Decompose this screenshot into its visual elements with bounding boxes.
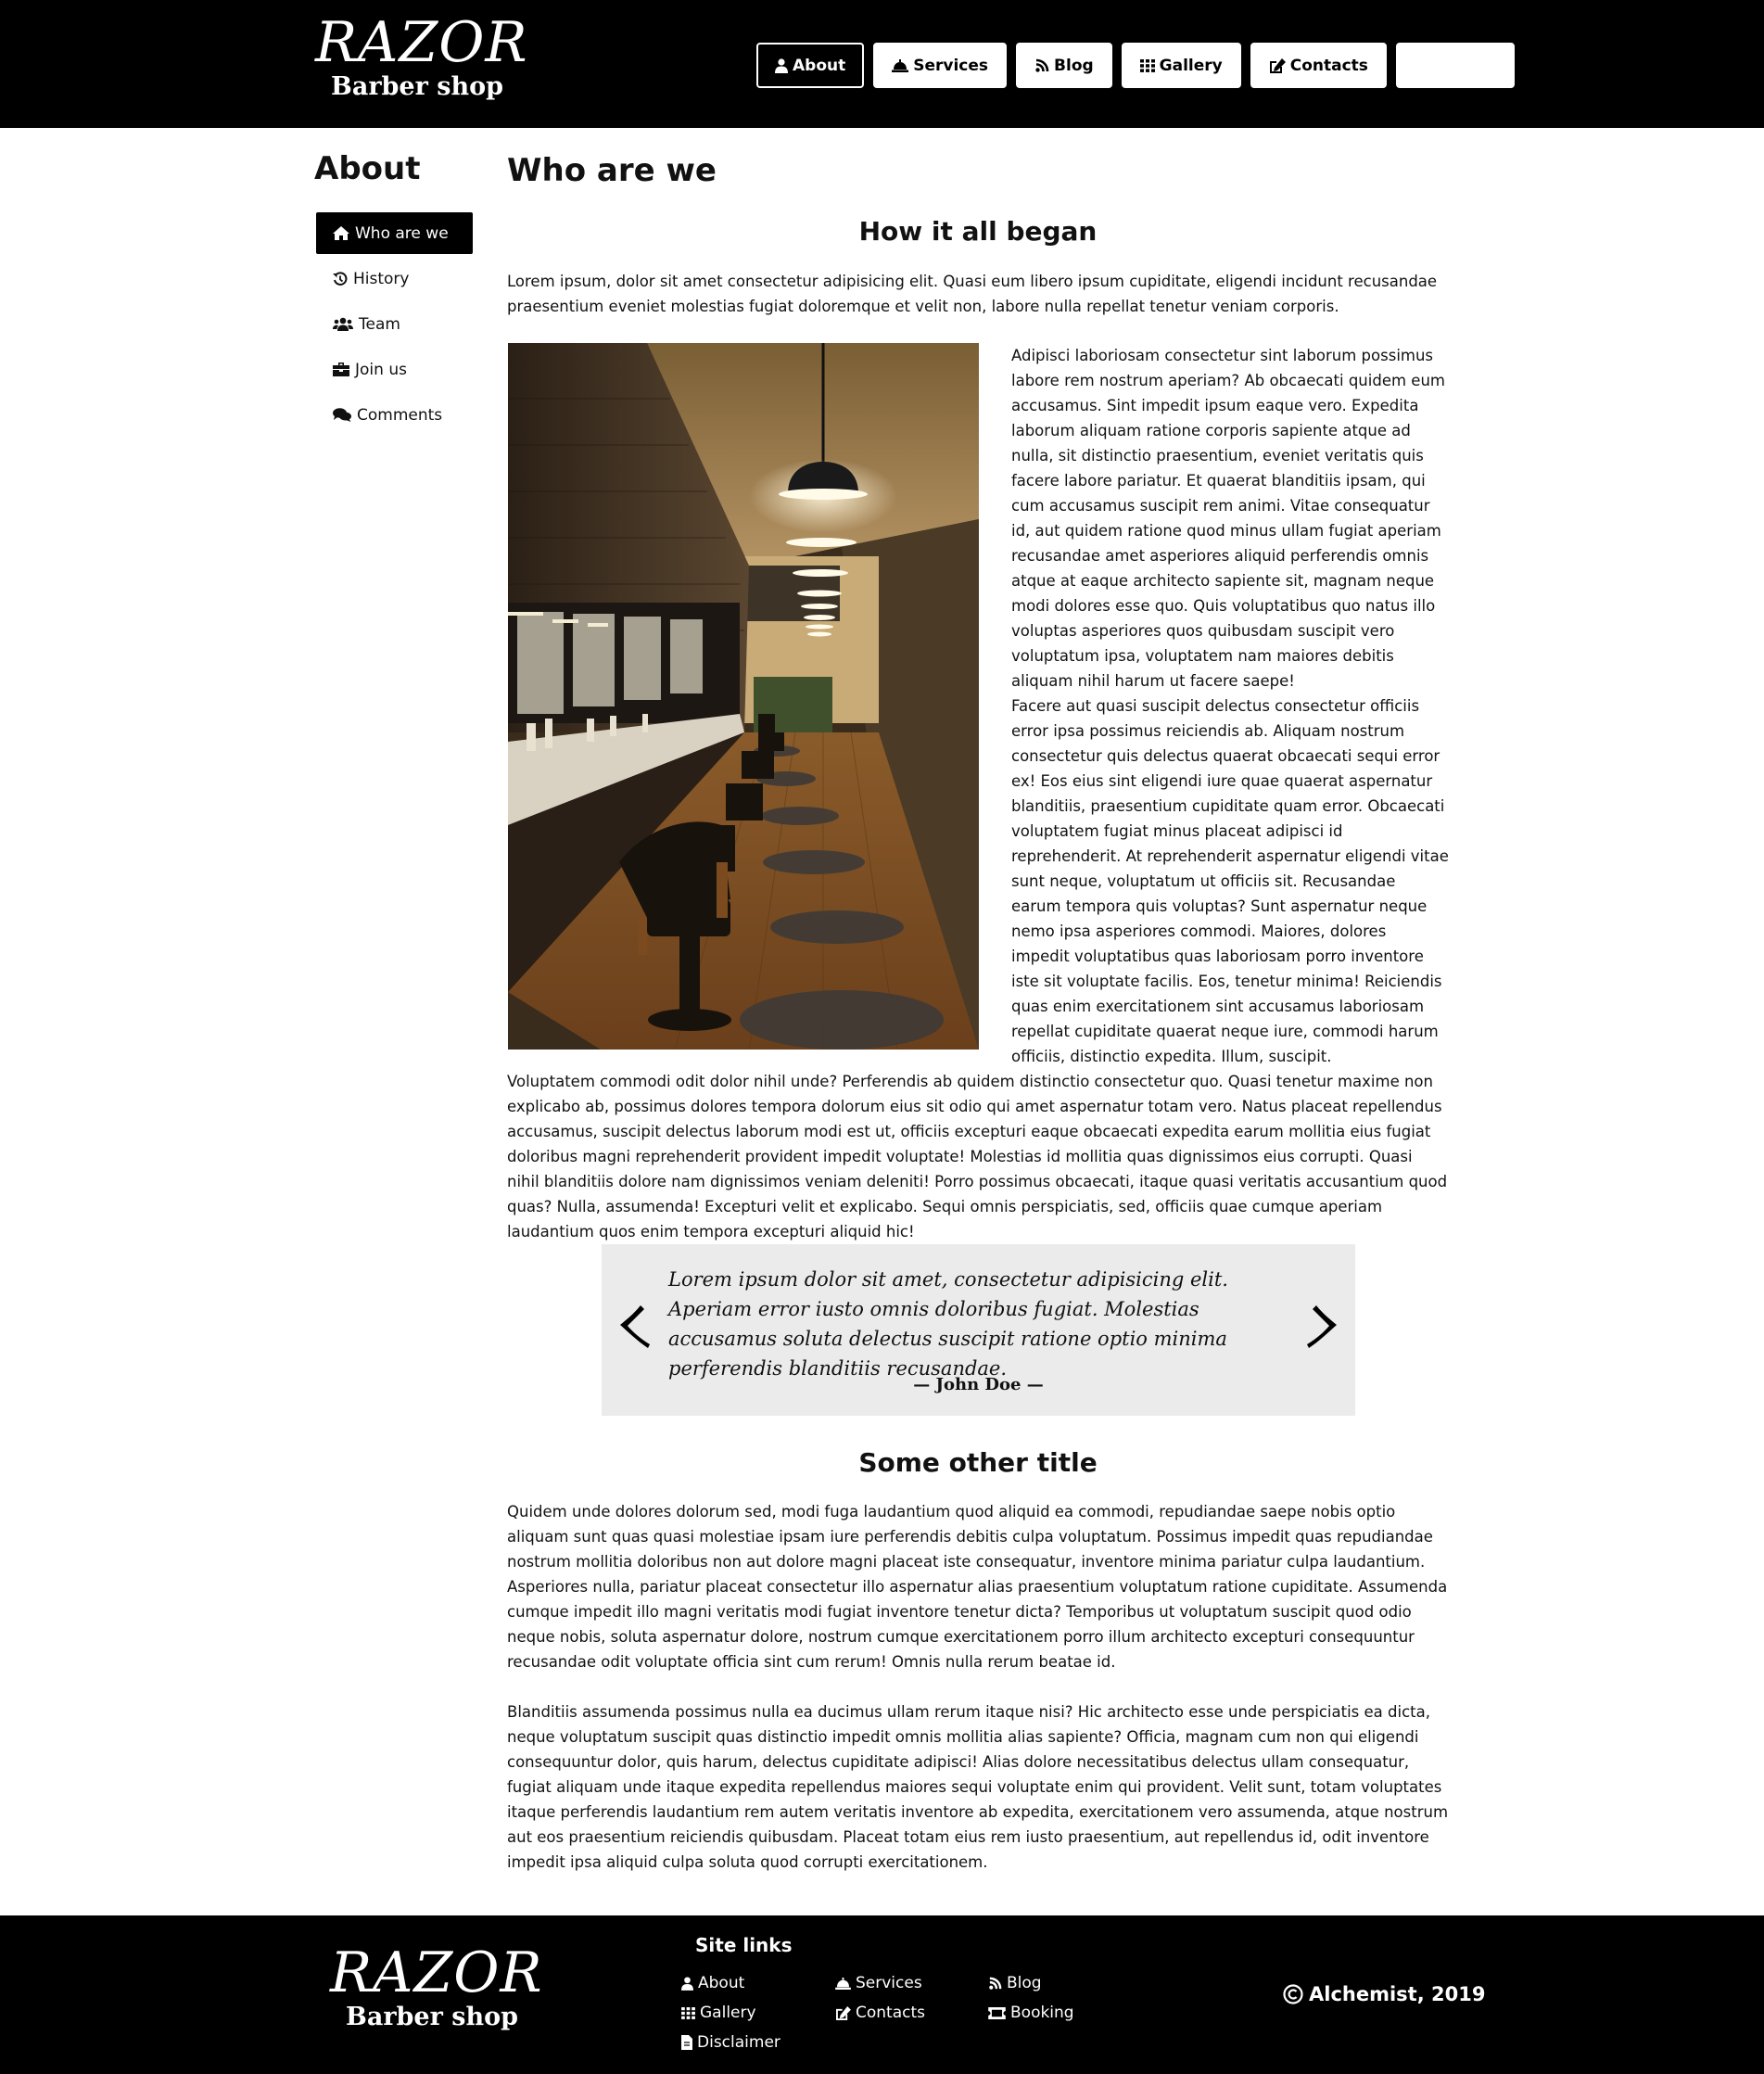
sidebar-title: About — [314, 150, 421, 187]
footer-link-booking[interactable]: Booking — [988, 2002, 1074, 2024]
site-header: RAZOR Barber shop About Services Blog Ga… — [0, 0, 1764, 128]
sidebar-item-label: Team — [359, 314, 400, 334]
footer-link-services[interactable]: Services — [835, 1972, 922, 1994]
users-icon — [333, 317, 353, 331]
other-paragraph-1: Quidem unde dolores dolorum sed, modi fu… — [507, 1503, 1448, 1671]
footer-link-label: Contacts — [856, 2004, 925, 2022]
nav-gallery-button[interactable]: Gallery — [1121, 43, 1241, 88]
footer-links-title: Site links — [695, 1934, 793, 1956]
next-arrow-icon[interactable] — [1301, 1302, 1342, 1352]
sidebar-item-label: Comments — [357, 405, 443, 425]
sidebar-item-label: Who are we — [355, 223, 449, 243]
footer-logo-subtitle: Barber shop — [346, 2003, 518, 2031]
page-title: Who are we — [507, 152, 717, 189]
after-image-paragraph: Voluptatem commodi odit dolor nihil unde… — [507, 1073, 1448, 1241]
copyright: Alchemist, 2019 — [1283, 1981, 1485, 2007]
intro-paragraph: Lorem ipsum, dolor sit amet consectetur … — [507, 273, 1438, 315]
nav-contacts-label: Contacts — [1289, 56, 1368, 75]
document-icon — [681, 2035, 692, 2050]
footer-link-blog[interactable]: Blog — [988, 1972, 1042, 1994]
other-paragraph-2: Blanditiis assumenda possimus nulla ea d… — [507, 1703, 1449, 1871]
home-icon — [333, 226, 349, 240]
footer-link-label: Booking — [1010, 2004, 1074, 2022]
footer-link-disclaimer[interactable]: Disclaimer — [681, 2031, 780, 2054]
service-bell-icon — [835, 1977, 851, 1990]
nav-blog-button[interactable]: Blog — [1016, 43, 1112, 88]
comments-icon — [333, 408, 351, 422]
nav-about-label: About — [793, 56, 846, 75]
side-paragraph-1: Adipisci laboriosam consectetur sint lab… — [1011, 347, 1445, 690]
quote-author: — John Doe — — [913, 1375, 1044, 1394]
user-icon — [775, 57, 788, 73]
edit-icon — [835, 2005, 851, 2020]
sidebar-item-label: History — [353, 269, 410, 288]
testimonial-slider: Lorem ipsum dolor sit amet, consectetur … — [602, 1244, 1355, 1416]
footer-link-contacts[interactable]: Contacts — [835, 2002, 925, 2024]
site-footer: RAZOR Barber shop Site links About Servi… — [0, 1915, 1764, 2074]
footer-logo[interactable]: RAZOR Barber shop — [330, 1940, 543, 2032]
footer-link-about[interactable]: About — [681, 1972, 744, 1994]
footer-link-label: About — [698, 1974, 745, 1992]
section-title-other: Some other title — [858, 1447, 1098, 1478]
blog-icon — [988, 1977, 1002, 1991]
nav-services-label: Services — [913, 56, 989, 75]
copyright-text: Alchemist, 2019 — [1309, 1983, 1486, 2005]
user-icon — [681, 1976, 693, 1991]
grid-icon — [681, 2006, 695, 2019]
logo[interactable]: RAZOR Barber shop — [315, 10, 528, 102]
logo-subtitle: Barber shop — [331, 72, 503, 101]
section-title-how-it-began: How it all began — [858, 216, 1098, 247]
ticket-icon — [988, 2006, 1006, 2019]
grid-icon — [1139, 58, 1155, 72]
quote-text: Lorem ipsum dolor sit amet, consectetur … — [668, 1268, 1228, 1380]
nav-services-button[interactable]: Services — [873, 43, 1008, 88]
nav-contacts-button[interactable]: Contacts — [1250, 43, 1387, 88]
barbershop-photo — [508, 343, 979, 1050]
nav-about-button[interactable]: About — [756, 43, 865, 88]
sidebar-item-history[interactable]: History — [316, 258, 473, 299]
side-paragraph-2: Facere aut quasi suscipit delectus conse… — [1011, 697, 1449, 1065]
previous-arrow-icon[interactable] — [615, 1302, 655, 1352]
copyright-icon — [1283, 1984, 1303, 2004]
edit-icon — [1269, 57, 1286, 73]
footer-link-label: Gallery — [700, 2004, 756, 2022]
sidebar-item-team[interactable]: Team — [316, 303, 473, 345]
logo-brand: RAZOR — [315, 10, 528, 75]
sidebar-item-comments[interactable]: Comments — [316, 394, 473, 436]
nav-blank-button[interactable] — [1395, 43, 1515, 88]
footer-link-gallery[interactable]: Gallery — [681, 2002, 756, 2024]
footer-link-label: Disclaimer — [697, 2033, 780, 2052]
footer-logo-brand: RAZOR — [330, 1940, 543, 2005]
sidebar-item-who-are-we[interactable]: Who are we — [316, 212, 473, 254]
service-bell-icon — [892, 58, 909, 72]
nav-blog-label: Blog — [1054, 56, 1094, 75]
nav-gallery-label: Gallery — [1159, 56, 1223, 75]
footer-link-label: Services — [856, 1974, 922, 1992]
sidebar-nav: Who are we History Team Join us Comments — [316, 212, 473, 439]
main-nav: About Services Blog Gallery Contacts — [756, 43, 1515, 88]
history-icon — [333, 271, 348, 286]
footer-link-label: Blog — [1007, 1974, 1042, 1992]
sidebar-item-join-us[interactable]: Join us — [316, 349, 473, 390]
blog-icon — [1034, 58, 1049, 73]
sidebar-item-label: Join us — [355, 360, 407, 379]
briefcase-icon — [333, 363, 349, 376]
